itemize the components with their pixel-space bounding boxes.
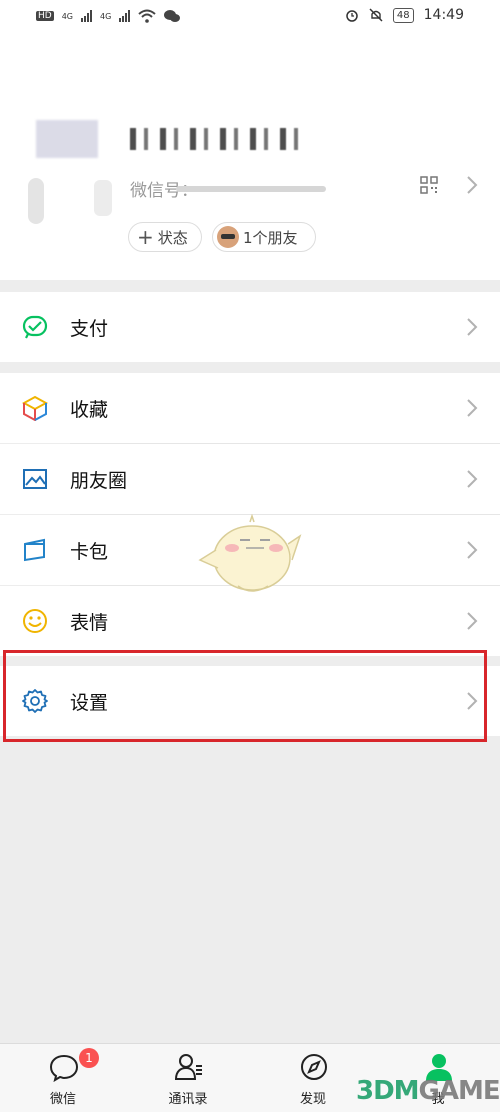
menu-item-favorites[interactable]: 收藏 <box>0 373 500 443</box>
avatar[interactable] <box>28 120 112 230</box>
friend-avatar <box>217 226 239 248</box>
pay-icon <box>22 315 48 339</box>
favorites-cube-icon <box>22 395 48 421</box>
menu-label-moments: 朋友圈 <box>70 470 128 492</box>
compass-icon <box>301 1054 327 1080</box>
menu-label-pay: 支付 <box>70 318 109 340</box>
network-type-2: 4G <box>100 11 112 21</box>
menu-item-moments[interactable]: 朋友圈 <box>0 444 500 514</box>
tab-label-discover: 发现 <box>299 1092 326 1107</box>
profile-header[interactable]: 微信号： + 状态 1个朋友 <box>0 36 500 280</box>
status-button[interactable]: + 状态 <box>128 222 202 252</box>
wifi-icon <box>138 9 156 23</box>
mute-icon <box>369 8 383 22</box>
network-type-1: 4G <box>61 11 73 21</box>
settings-highlight-box <box>3 650 487 742</box>
chevron-right-icon <box>467 612 478 630</box>
unread-badge: 1 <box>79 1048 99 1068</box>
chevron-right-icon <box>467 318 478 336</box>
wechat-notify-icon <box>164 10 181 22</box>
chevron-right-icon <box>467 541 478 559</box>
chevron-right-icon <box>467 399 478 417</box>
moments-image-icon <box>23 469 47 489</box>
clock: 14:49 <box>423 7 464 23</box>
menu-label-cards: 卡包 <box>70 541 109 563</box>
tab-discover[interactable]: 发现 <box>263 1044 363 1112</box>
menu-label-favorites: 收藏 <box>70 399 109 421</box>
nickname-redacted <box>130 128 300 150</box>
chevron-right-icon <box>467 176 478 194</box>
tab-contacts[interactable]: 通讯录 <box>138 1044 238 1112</box>
qr-code-icon[interactable] <box>420 176 438 194</box>
tab-chats[interactable]: 1 微信 <box>13 1044 113 1112</box>
wechat-id-redacted <box>176 186 326 192</box>
plus-icon: + <box>137 225 154 249</box>
smiley-icon <box>23 609 47 633</box>
mascot-sticker <box>198 514 302 592</box>
watermark-3dm: 3DM <box>356 1076 420 1106</box>
alarm-icon <box>346 10 358 22</box>
watermark-game: GAME <box>418 1076 500 1106</box>
menu-label-stickers: 表情 <box>70 612 109 634</box>
friends-label: 1个朋友 <box>243 228 298 247</box>
friends-status-button[interactable]: 1个朋友 <box>212 222 316 252</box>
site-watermark: 3DMGAME <box>356 1076 500 1106</box>
battery-indicator: 48 <box>392 7 414 23</box>
tab-label-contacts: 通讯录 <box>168 1092 208 1107</box>
status-bar: HD 4G 4G 48 14:49 <box>0 0 500 36</box>
contacts-icon <box>174 1054 202 1080</box>
status-label: 状态 <box>157 228 188 247</box>
hd-indicator: HD <box>36 11 54 21</box>
card-wallet-icon <box>24 538 45 562</box>
menu-item-pay[interactable]: 支付 <box>0 292 500 362</box>
signal-icon <box>81 10 92 22</box>
chat-bubble-icon <box>49 1054 79 1082</box>
signal-icon-2 <box>119 10 131 22</box>
chevron-right-icon <box>467 470 478 488</box>
tab-label-chats: 微信 <box>49 1092 76 1107</box>
